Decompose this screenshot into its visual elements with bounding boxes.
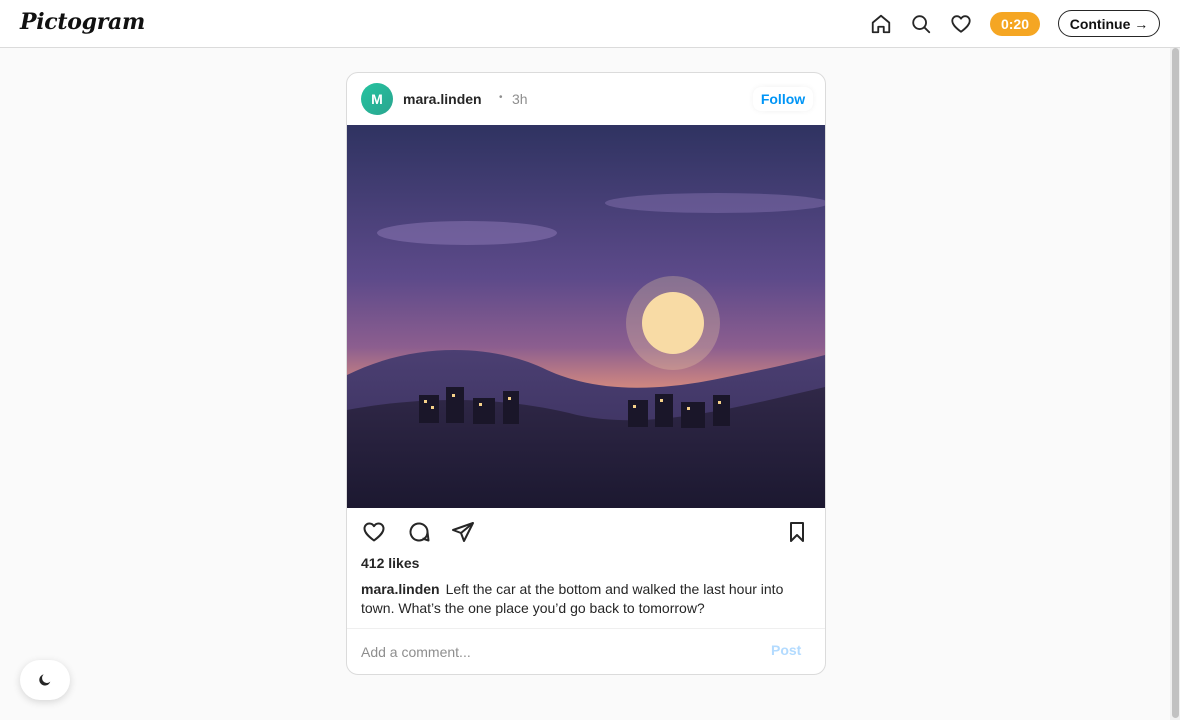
timer-badge: 0:20 <box>990 12 1040 36</box>
heart-icon[interactable] <box>949 12 973 36</box>
top-bar: Pictogram 0:20 Continue → <box>0 0 1180 48</box>
avatar[interactable]: M <box>361 83 393 115</box>
bookmark-icon[interactable] <box>783 518 811 546</box>
post-timestamp: 3h <box>512 91 528 107</box>
comment-bar: Post <box>347 628 825 674</box>
landscape-illustration <box>347 125 825 508</box>
scrollbar-thumb[interactable] <box>1172 48 1179 718</box>
post-card: M mara.linden • 3h Follow 412 likes mara… <box>346 72 826 675</box>
comment-icon[interactable] <box>405 518 433 546</box>
caption-username[interactable]: mara.linden <box>361 581 440 597</box>
home-icon[interactable] <box>869 12 893 36</box>
like-heart-icon[interactable] <box>360 518 388 546</box>
post-image[interactable] <box>347 125 825 508</box>
post-caption: mara.linden Left the car at the bottom an… <box>361 580 813 618</box>
post-header: M mara.linden • 3h Follow <box>347 73 825 125</box>
dot-separator: • <box>499 92 503 103</box>
theme-toggle-button[interactable] <box>20 660 70 700</box>
moon-icon <box>39 674 51 686</box>
continue-button[interactable]: Continue → <box>1058 10 1160 37</box>
app-logo[interactable]: Pictogram <box>20 9 145 35</box>
post-username[interactable]: mara.linden <box>403 91 482 107</box>
likes-count[interactable]: 412 likes <box>361 555 419 571</box>
share-icon[interactable] <box>449 518 477 546</box>
comment-input[interactable] <box>361 640 741 664</box>
follow-button[interactable]: Follow <box>753 87 813 111</box>
post-comment-button[interactable]: Post <box>771 642 801 658</box>
search-icon[interactable] <box>909 12 933 36</box>
